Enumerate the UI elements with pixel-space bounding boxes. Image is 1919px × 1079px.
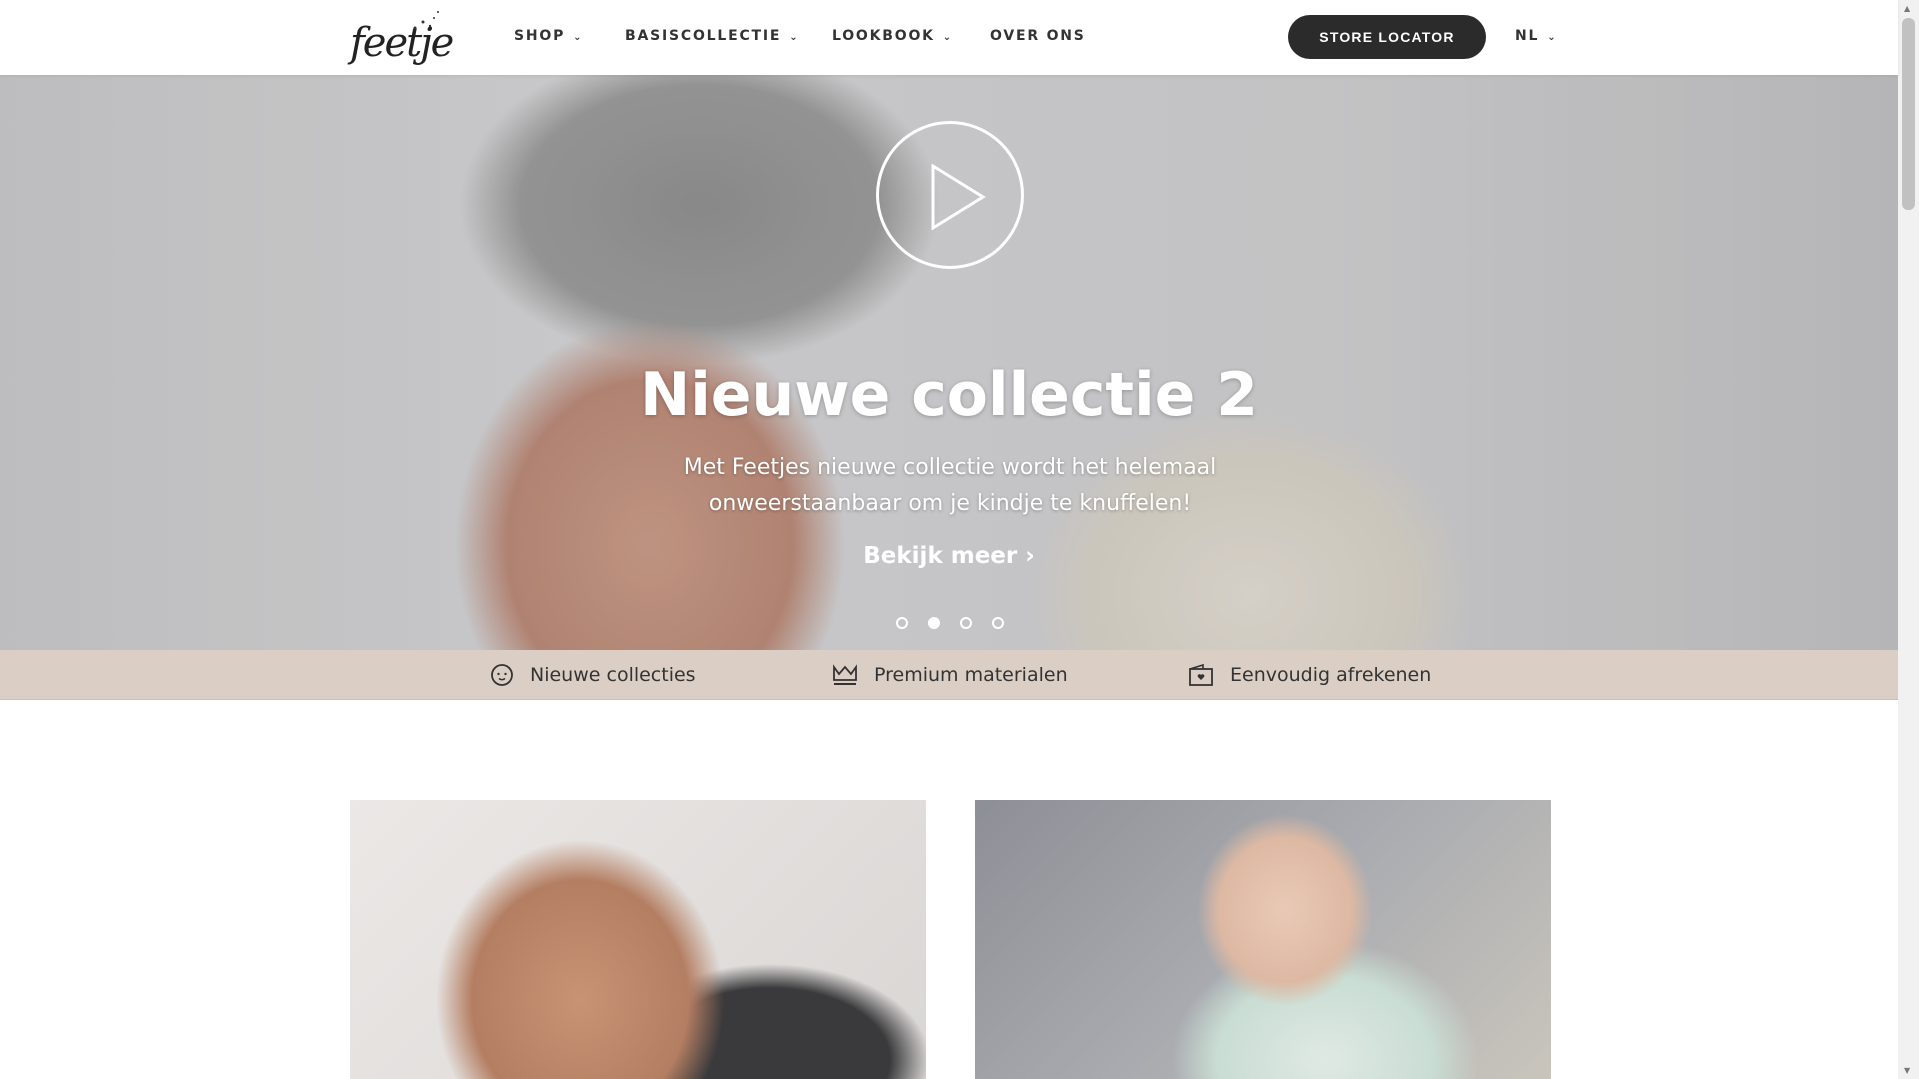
nav-basiscollectie[interactable]: BASISCOLLECTIE ⌄ — [625, 28, 799, 44]
usp-item: Eenvoudig afrekenen — [1188, 650, 1431, 700]
scrollbar[interactable]: ▲ ▼ — [1898, 0, 1919, 1079]
chevron-down-icon: ⌄ — [573, 32, 584, 43]
play-video-button[interactable] — [876, 121, 1024, 269]
scrollbar-thumb[interactable] — [1902, 18, 1915, 210]
carousel-dot-2[interactable] — [928, 617, 940, 629]
baby-face-icon — [491, 664, 513, 686]
chevron-down-icon: ⌄ — [789, 32, 800, 43]
usp-item: Premium materialen — [832, 650, 1068, 700]
nav-shop[interactable]: SHOP ⌄ — [514, 28, 583, 44]
crown-icon — [833, 664, 857, 685]
usp-item: Nieuwe collecties — [490, 650, 696, 700]
card-heart-icon — [1189, 663, 1213, 686]
language-select[interactable]: NL ⌄ — [1515, 28, 1557, 44]
collection-card-image-1[interactable] — [350, 800, 926, 1079]
nav-over-ons[interactable]: OVER ONS — [990, 28, 1086, 44]
stars-icon — [413, 11, 439, 30]
carousel-dot-4[interactable] — [992, 617, 1004, 629]
play-icon — [931, 164, 986, 230]
scroll-down-icon[interactable]: ▼ — [1904, 1066, 1910, 1075]
hero-carousel: Nieuwe collectie 2 Met Feetjes nieuwe co… — [0, 75, 1898, 650]
hero-title: Nieuwe collectie 2 — [640, 360, 1258, 430]
hero-subtitle: Met Feetjes nieuwe collectie wordt het h… — [683, 455, 1217, 516]
site-header: feetje SHOP ⌄ BASISCOLLECTIE ⌄ LOOKBOOK ⌄ O… — [0, 0, 1898, 75]
carousel-dot-1[interactable] — [896, 617, 908, 629]
chevron-down-icon: ⌄ — [1547, 32, 1558, 43]
collection-card-image-2[interactable] — [975, 800, 1551, 1079]
feetje-logo[interactable]: feetje — [350, 8, 454, 68]
usp-bar: Nieuwe collecties Premium materialen Een… — [0, 650, 1898, 700]
chevron-down-icon: ⌄ — [942, 32, 953, 43]
scroll-up-icon[interactable]: ▲ — [1904, 4, 1910, 13]
carousel-dot-3[interactable] — [960, 617, 972, 629]
store-locator-button[interactable]: STORE LOCATOR — [1288, 15, 1486, 59]
carousel-dots — [896, 617, 1004, 629]
bekijk-meer-link[interactable]: Bekijk meer › — [0, 543, 1898, 569]
nav-lookbook[interactable]: LOOKBOOK ⌄ — [832, 28, 953, 44]
